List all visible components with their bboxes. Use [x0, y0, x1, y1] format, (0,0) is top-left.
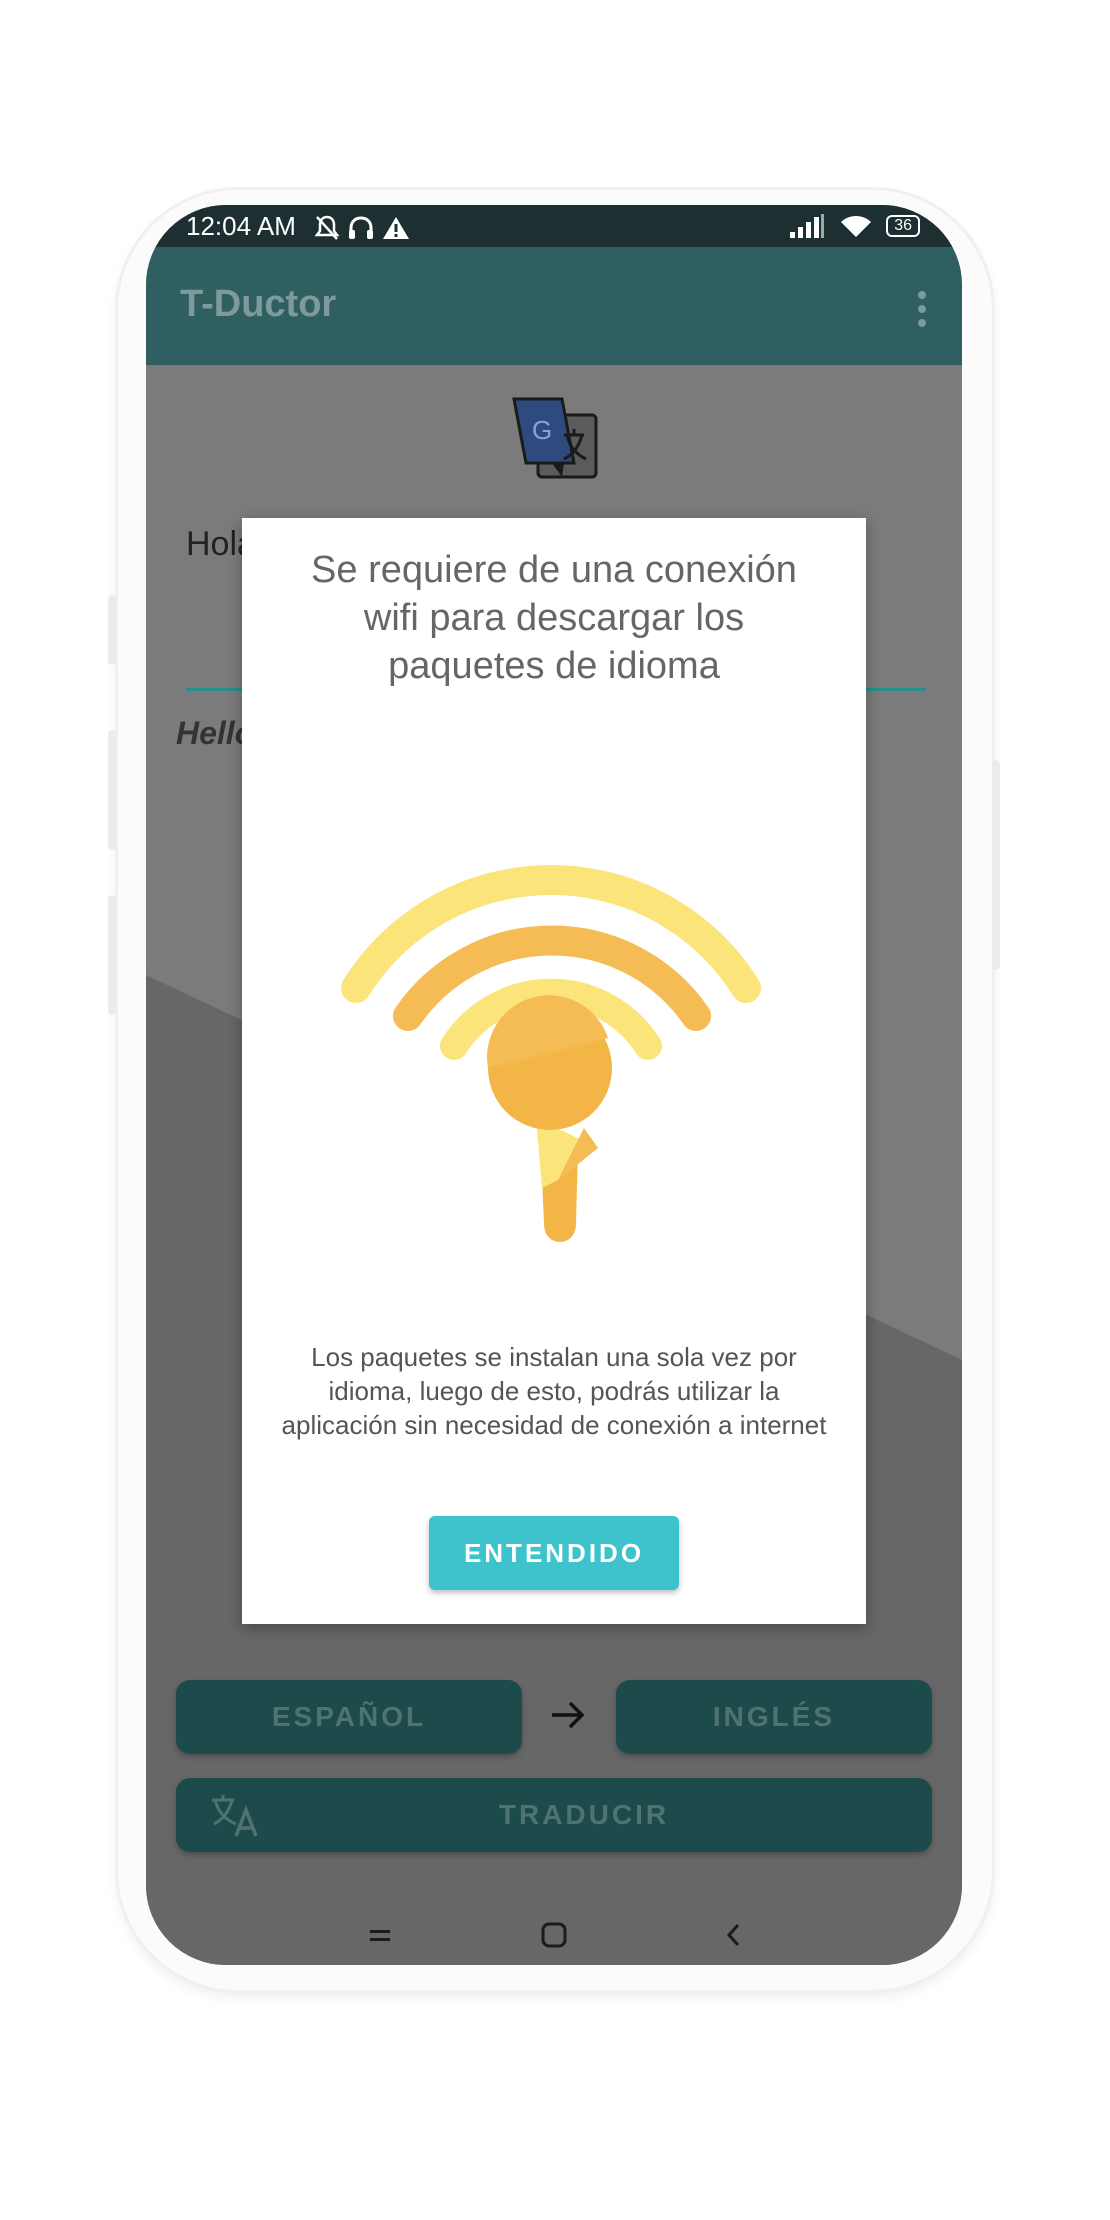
menu-icon[interactable]	[350, 1905, 410, 1965]
navigation-bar	[146, 1905, 962, 1965]
volume-button	[108, 895, 116, 1015]
volume-button	[108, 730, 116, 850]
source-language-button[interactable]: ESPAÑOL	[176, 1680, 522, 1754]
battery-icon: 36	[886, 215, 920, 237]
status-bar: 12:04 AM 36	[146, 205, 962, 247]
dialog-title: Se requiere de una conexión wifi para de…	[311, 549, 797, 687]
back-icon[interactable]	[704, 1905, 764, 1965]
wifi-icon	[841, 216, 872, 237]
google-translate-logo: G	[512, 397, 598, 479]
wifi-required-dialog: Se requiere de una conexión wifi para de…	[242, 518, 866, 1624]
home-icon[interactable]	[524, 1905, 584, 1965]
app-title: T-Ductor	[180, 283, 337, 325]
dialog-body: Los paquetes se instalan una sola vez po…	[281, 1342, 827, 1440]
alert-icon	[383, 217, 410, 240]
target-language-button[interactable]: INGLÉS	[616, 1680, 932, 1754]
understood-button[interactable]: ENTENDIDO	[429, 1516, 679, 1590]
wifi-illustration	[341, 865, 761, 1242]
status-time: 12:04 AM	[186, 211, 296, 241]
translate-button[interactable]: TRADUCIR	[176, 1778, 932, 1852]
mute-icon	[314, 215, 340, 240]
status-icons-right: 36	[790, 205, 920, 247]
volume-button	[108, 595, 116, 665]
arrow-right-icon[interactable]	[548, 1695, 588, 1735]
status-icons-left	[314, 205, 410, 247]
power-button	[992, 760, 1000, 970]
signal-icon	[790, 214, 825, 238]
svg-text:G: G	[532, 415, 552, 445]
headphones-icon	[349, 216, 374, 240]
more-vert-icon[interactable]	[918, 291, 928, 333]
translate-button-label: TRADUCIR	[498, 1799, 670, 1830]
app-bar: T-Ductor	[146, 247, 962, 365]
